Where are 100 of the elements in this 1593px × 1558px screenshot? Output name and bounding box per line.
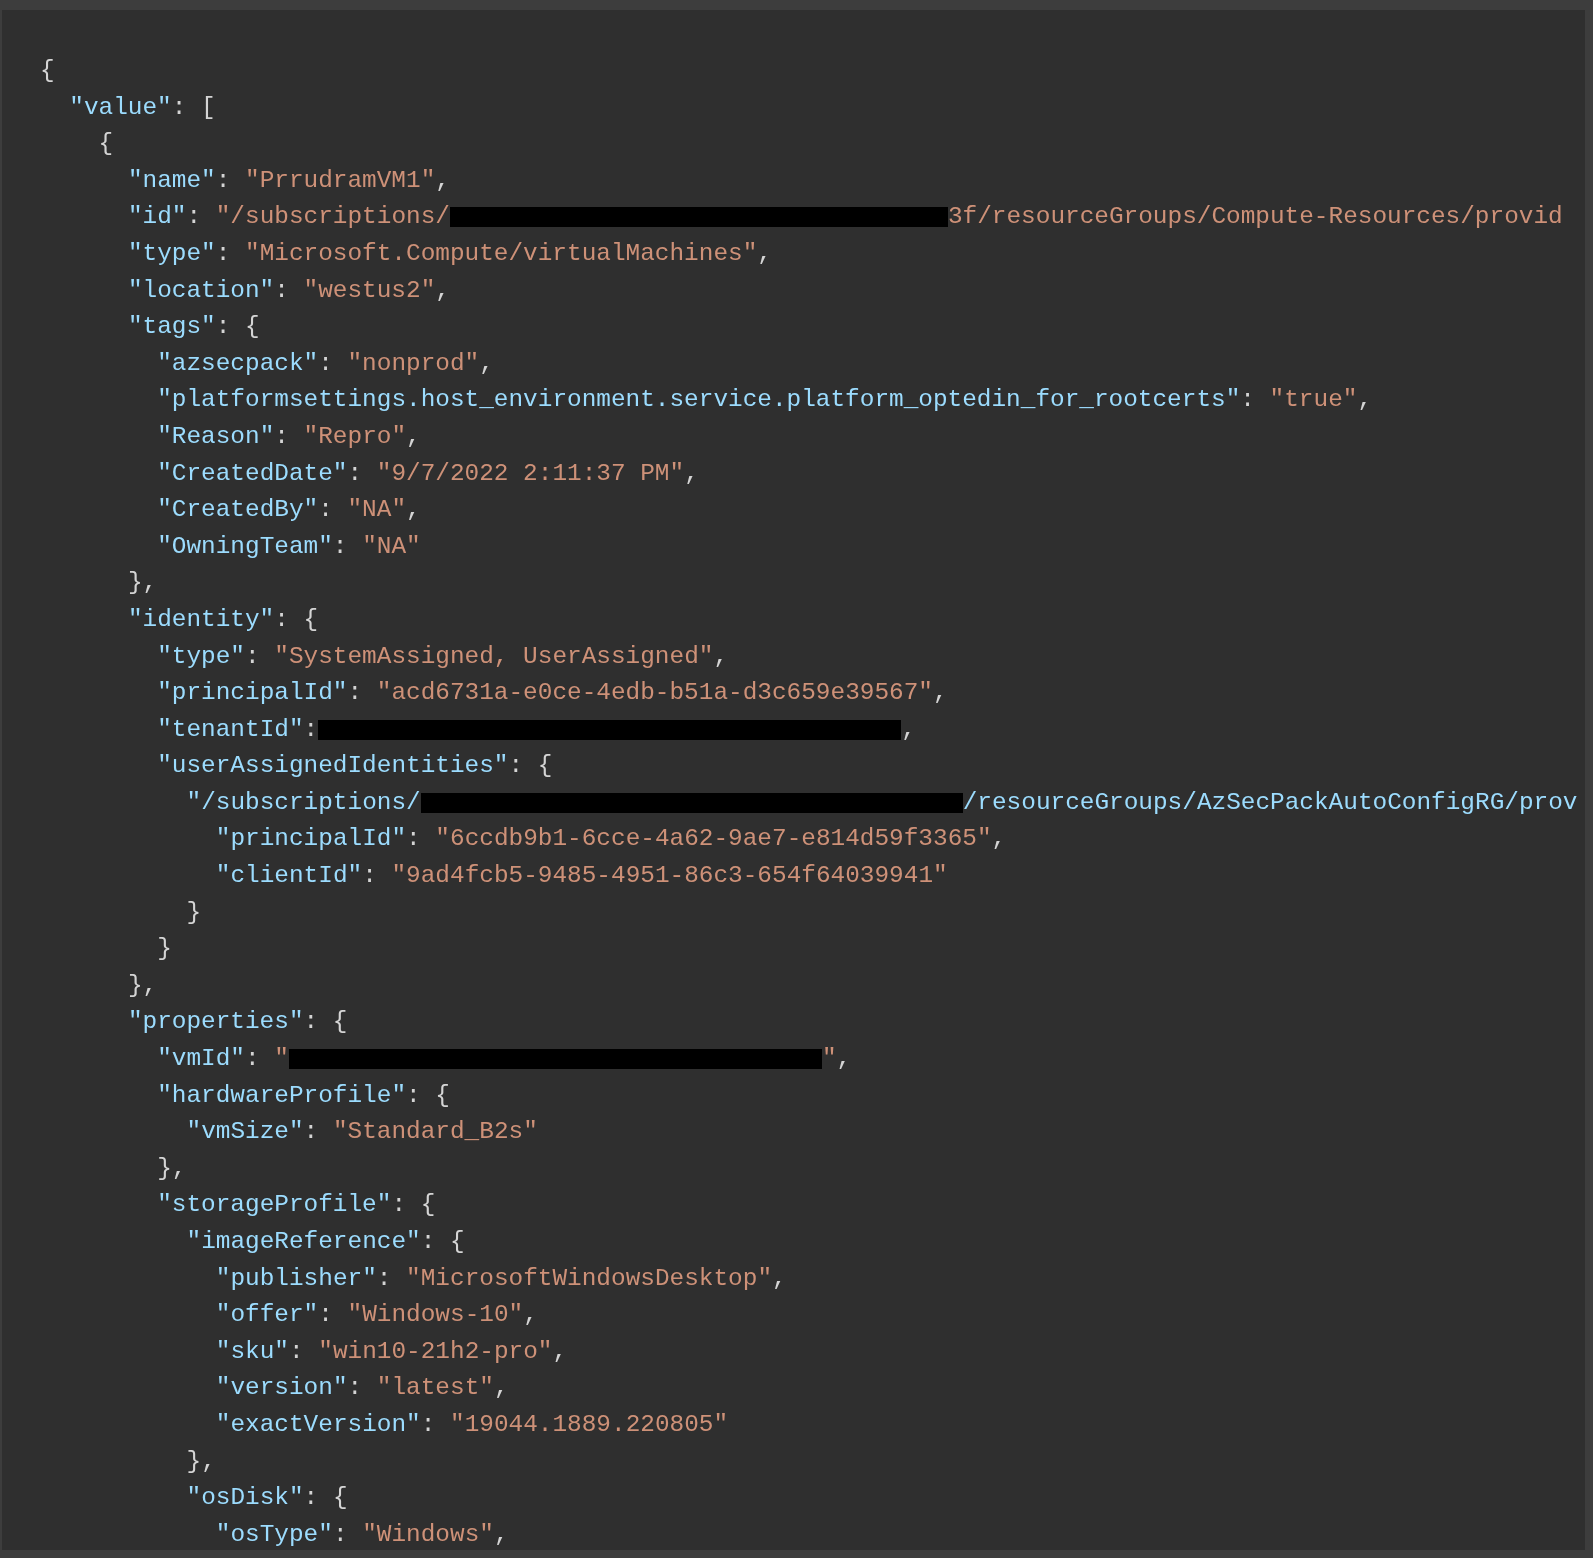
json-punctuation: },	[127, 569, 158, 597]
json-punctuation: :	[215, 239, 232, 267]
json-punctuation: :	[406, 825, 422, 853]
json-punctuation: ,	[932, 679, 948, 707]
json-key: "value"	[69, 93, 172, 121]
json-punctuation: :	[245, 1045, 261, 1073]
json-punctuation: : {	[391, 1191, 436, 1219]
json-punctuation: ,	[684, 459, 699, 487]
json-string: "SystemAssigned, UserAssigned"	[274, 642, 714, 670]
json-string: "latest"	[376, 1374, 494, 1402]
json-key: "type"	[157, 642, 245, 670]
json-key: "userAssignedIdentities"	[157, 752, 509, 780]
json-punctuation: :	[274, 276, 290, 304]
json-punctuation: ,	[836, 1045, 852, 1073]
json-punctuation: :	[215, 166, 232, 194]
json-punctuation: },	[127, 971, 158, 999]
json-punctuation: : {	[420, 1228, 465, 1255]
json-string: "NA"	[362, 532, 421, 560]
json-string: "nonprod"	[347, 349, 480, 377]
json-key: "CreatedDate"	[157, 459, 348, 487]
json-punctuation: }	[157, 935, 172, 963]
json-punctuation: ,	[757, 239, 772, 267]
json-string: 3f/resourceGroups/Compute-Resources/provid	[947, 203, 1563, 231]
json-key: "type"	[127, 239, 216, 267]
json-punctuation: ,	[552, 1337, 568, 1365]
json-key: "clientId"	[215, 862, 363, 890]
json-string: "Windows-10"	[347, 1301, 524, 1329]
json-string: "9/7/2022 2:11:37 PM"	[376, 459, 685, 487]
json-key: "osDisk"	[186, 1484, 304, 1512]
json-punctuation: ,	[493, 1374, 509, 1402]
json-string: "Microsoft.Compute/virtualMachines"	[245, 239, 758, 267]
json-key: "hardwareProfile"	[157, 1081, 406, 1109]
json-punctuation: ,	[901, 715, 916, 743]
json-punctuation: :	[318, 349, 334, 377]
json-key: "vmSize"	[186, 1118, 304, 1146]
json-string: "Standard_B2s"	[332, 1118, 538, 1146]
json-string: "9ad4fcb5-9485-4951-86c3-654f64039941"	[391, 862, 948, 890]
json-punctuation: :	[303, 1118, 320, 1146]
json-punctuation: : {	[215, 313, 260, 341]
json-punctuation: ,	[1357, 386, 1373, 414]
json-punctuation: :	[332, 532, 349, 560]
json-punctuation: :	[245, 642, 261, 670]
json-punctuation: : {	[406, 1081, 450, 1109]
json-key: "/subscriptions/	[186, 788, 421, 816]
json-key: "offer"	[215, 1301, 319, 1329]
json-punctuation: :	[362, 862, 378, 890]
json-key: "tags"	[127, 313, 216, 341]
json-punctuation: ,	[406, 422, 421, 450]
json-key: "tenantId"	[157, 715, 304, 743]
json-punctuation: :	[274, 422, 290, 450]
json-punctuation: ,	[991, 825, 1007, 853]
json-key: "OwningTeam"	[157, 532, 333, 560]
json-key: "version"	[215, 1374, 348, 1402]
json-punctuation: :	[347, 1374, 364, 1402]
json-string: "win10-21h2-pro"	[318, 1337, 553, 1365]
json-key: "identity"	[127, 605, 275, 633]
json-punctuation: : {	[274, 605, 319, 633]
json-punctuation: :	[318, 1301, 334, 1329]
json-punctuation: ,	[493, 1520, 509, 1548]
json-key: "exactVersion"	[215, 1410, 421, 1438]
json-punctuation: :	[376, 1264, 393, 1292]
json-string: "PrrudramVM1"	[245, 166, 436, 194]
json-string: "	[274, 1045, 289, 1073]
json-key: "principalId"	[215, 825, 407, 853]
json-key: "properties"	[127, 1008, 304, 1036]
json-string: "6ccdb9b1-6cce-4a62-9ae7-e814d59f3365"	[435, 825, 992, 853]
json-key: "Reason"	[157, 422, 275, 450]
json-punctuation: }	[186, 898, 202, 926]
json-key: "principalId"	[157, 679, 348, 707]
json-punctuation: :	[303, 715, 319, 743]
json-string: "Repro"	[303, 422, 407, 450]
json-punctuation: ,	[772, 1264, 787, 1292]
json-key: "name"	[127, 166, 216, 194]
json-punctuation: :	[347, 459, 364, 487]
json-string: "acd6731a-e0ce-4edb-b51a-d3c659e39567"	[376, 679, 933, 707]
json-key: "sku"	[215, 1337, 289, 1365]
json-punctuation: :	[420, 1410, 437, 1438]
json-punctuation: : [	[171, 93, 216, 121]
json-string: "/subscriptions/	[215, 203, 450, 231]
json-punctuation: {	[98, 130, 114, 158]
json-punctuation: ,	[479, 349, 494, 377]
json-key: /resourceGroups/AzSecPackAutoConfigRG/prov	[962, 788, 1578, 816]
json-key: "publisher"	[215, 1264, 377, 1292]
json-string: "true"	[1269, 386, 1358, 414]
json-punctuation: ,	[435, 166, 450, 194]
json-key: "CreatedBy"	[157, 496, 319, 524]
json-punctuation: :	[289, 1337, 305, 1365]
json-punctuation: :	[318, 496, 334, 524]
json-key: "id"	[127, 203, 187, 231]
json-string: "westus2"	[303, 276, 436, 304]
json-key: "vmId"	[157, 1045, 245, 1073]
json-punctuation: ,	[713, 642, 729, 670]
json-punctuation: :	[1240, 386, 1256, 414]
json-punctuation: ,	[523, 1301, 538, 1329]
json-punctuation: :	[347, 679, 364, 707]
json-key: "azsecpack"	[157, 349, 319, 377]
json-key: "imageReference"	[186, 1228, 421, 1255]
json-punctuation: : {	[508, 752, 553, 780]
json-string: "19044.1889.220805"	[450, 1410, 729, 1438]
json-punctuation: {	[40, 57, 55, 84]
